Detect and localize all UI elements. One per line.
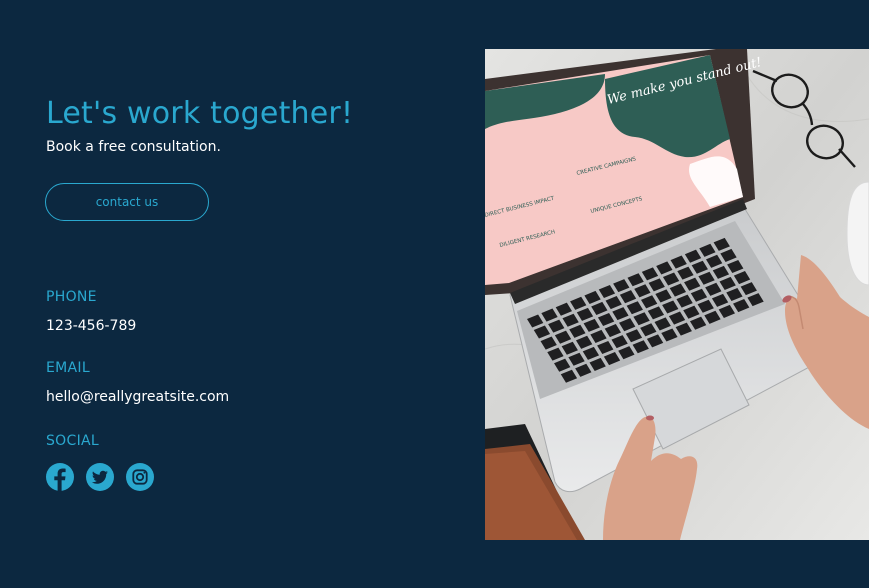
twitter-icon[interactable] [85, 462, 115, 492]
instagram-icon[interactable] [125, 462, 155, 492]
facebook-icon[interactable] [45, 462, 75, 492]
subheadline: Book a free consultation. [46, 139, 221, 155]
social-icons [45, 462, 155, 492]
email-label: EMAIL [46, 360, 90, 376]
phone-value: 123-456-789 [46, 318, 137, 334]
contact-us-button[interactable]: contact us [45, 183, 209, 221]
contact-section: Let's work together! Book a free consult… [0, 0, 869, 588]
email-link[interactable]: hello@reallygreatsite.com [46, 389, 229, 405]
headline: Let's work together! [46, 96, 354, 131]
laptop-photo: We make you stand out! DIRECT BUSINESS I… [485, 49, 869, 540]
social-label: SOCIAL [46, 433, 99, 449]
phone-label: PHONE [46, 289, 97, 305]
contact-info-panel: Let's work together! Book a free consult… [45, 0, 446, 588]
